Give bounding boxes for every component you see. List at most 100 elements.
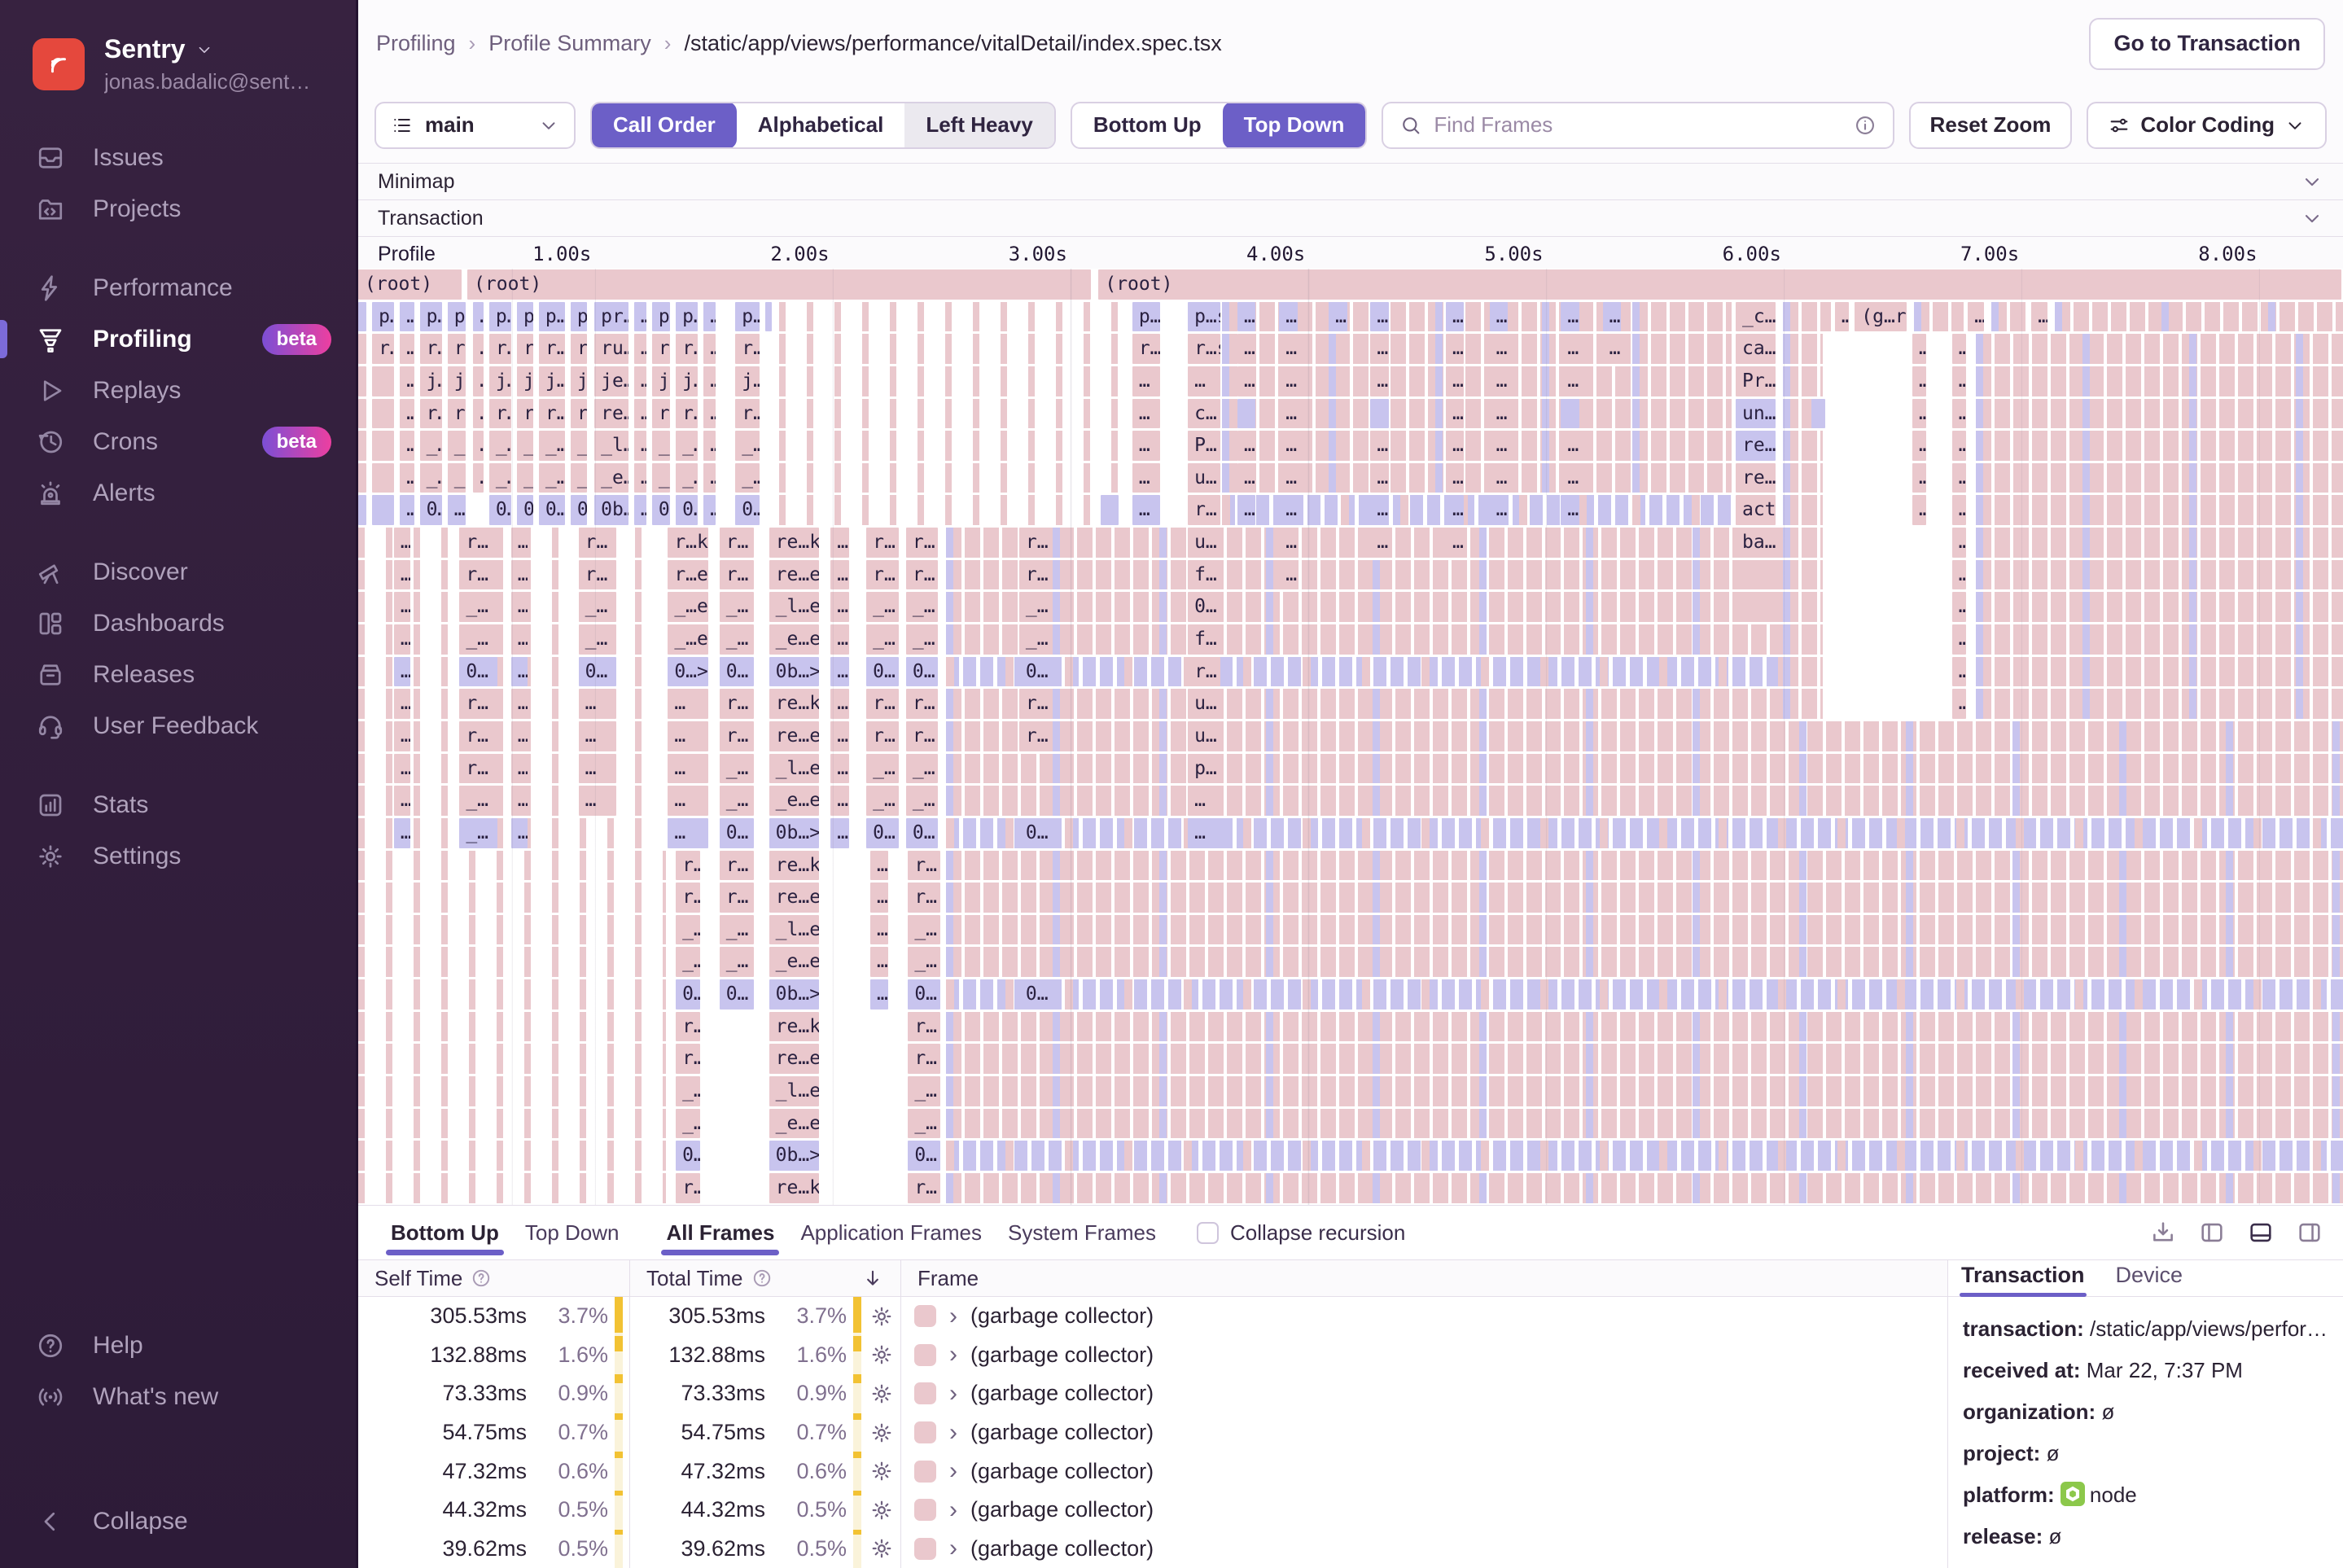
flame-frame-cell[interactable]: re…e [769,720,820,751]
flame-frame-cell[interactable]: _… [866,786,899,816]
flame-frame-cell[interactable]: … [473,431,484,461]
sidebar-item-stats[interactable]: Stats [0,779,356,830]
flame-frame-cell[interactable]: 0… [908,979,940,1010]
flame-frame-cell[interactable]: … [1188,817,1220,848]
flame-frame-cell[interactable]: … [510,624,528,655]
flame-frame-cell[interactable]: p… [419,301,442,332]
flame-frame-cell[interactable]: 0b…> [769,1141,820,1171]
flame-frame-cell[interactable]: … [393,656,410,687]
flame-frame-cell[interactable]: r… [459,689,498,719]
flame-frame-cell[interactable]: … [1561,495,1579,526]
flame-frame-cell[interactable]: … [578,720,617,751]
flame-frame-cell[interactable]: 0… [908,1141,940,1171]
collapse-recursion-checkbox[interactable] [1197,1221,1220,1244]
frame-header[interactable]: Frame [901,1259,1947,1297]
flame-frame-cell[interactable]: r… [570,398,587,429]
flame-frame-cell[interactable]: f… [1188,624,1220,655]
flame-frame-cell[interactable]: … [400,301,414,332]
flame-frame-cell[interactable]: _… [676,1076,700,1106]
flame-frame-cell[interactable]: r…e [668,559,708,590]
flame-frame-cell[interactable]: r… [908,850,940,881]
chevron-right-icon[interactable]: › [949,1342,957,1367]
flame-frame-cell[interactable]: f… [1188,559,1220,590]
flame-frame-cell[interactable]: u… [1188,720,1220,751]
sidebar-item-profiling[interactable]: Profiling beta [0,313,356,365]
flame-frame-cell[interactable]: p…s [1188,301,1220,332]
flame-frame-cell[interactable]: r… [866,720,899,751]
flame-frame-cell[interactable]: r… [419,334,442,364]
flame-frame-cell[interactable]: r… [459,528,498,558]
flame-frame-cell[interactable]: u… [1188,462,1220,493]
flame-frame-cell[interactable]: _…e [668,624,708,655]
flame-frame-cell[interactable]: r… [905,559,939,590]
flame-frame-cell[interactable] [1237,398,1256,429]
flame-frame-cell[interactable]: … [1446,431,1465,461]
flame-frame-cell[interactable]: … [510,753,528,784]
flame-frame-cell[interactable]: … [1370,528,1389,558]
flame-frame-cell[interactable]: _…e [538,431,565,461]
flame-frame-cell[interactable]: … [400,431,414,461]
flame-frame-cell[interactable]: … [1446,528,1465,558]
sidebar-item-dashboards[interactable]: Dashboards [0,598,356,649]
flame-frame-cell[interactable]: _… [908,1076,940,1106]
flame-frame-cell[interactable]: … [870,979,889,1010]
flame-frame-cell[interactable]: … [1951,431,1967,461]
flame-frame-cell[interactable]: 0… [719,979,754,1010]
flame-frame-cell[interactable]: _… [908,1108,940,1139]
flame-frame-cell[interactable]: pr…s [594,301,628,332]
view-option-top-down[interactable]: Top Down [1222,103,1366,147]
flame-frame-cell[interactable]: r… [719,883,754,913]
tab-all-frames[interactable]: All Frames [653,1206,787,1260]
flame-frame-cell[interactable]: … [830,528,849,558]
flame-frame-cell[interactable]: ca…n [1735,334,1776,364]
flame-frame-cell[interactable]: r… [676,1172,700,1203]
flame-frame-cell[interactable]: 0… [1018,817,1052,848]
flame-frame-cell[interactable]: … [633,398,646,429]
flame-frame-cell[interactable]: … [703,462,716,493]
flame-frame-cell[interactable]: p…s [372,301,395,332]
reset-zoom-button[interactable]: Reset Zoom [1908,101,2073,149]
flame-frame-cell[interactable]: r… [676,1011,700,1042]
sort-option-left-heavy[interactable]: Left Heavy [904,103,1054,147]
flame-frame-cell[interactable]: r… [1018,720,1052,751]
flame-frame-cell[interactable]: … [1370,431,1389,461]
flame-frame-cell[interactable]: r… [459,720,498,751]
flame-frame-cell[interactable]: … [1912,495,1927,526]
flame-frame-cell[interactable]: … [510,592,528,623]
flame-frame-cell[interactable] [358,398,367,429]
flame-frame-cell[interactable]: … [830,656,849,687]
flame-frame-cell[interactable] [372,398,395,429]
flame-frame-cell[interactable]: r… [908,1044,940,1075]
flame-frame-cell[interactable]: … [393,817,410,848]
flame-frame-cell[interactable]: … [393,592,410,623]
frame-row[interactable]: › (garbage collector) [901,1336,1947,1375]
flame-frame-cell[interactable]: … [510,817,528,848]
flame-frame-cell[interactable]: r…k [668,528,708,558]
flame-frame-cell[interactable]: … [668,786,708,816]
flame-frame-cell[interactable]: … [1446,398,1465,429]
flame-frame-cell[interactable]: r… [735,398,760,429]
flame-frame-cell[interactable]: … [830,817,849,848]
flame-frame-cell[interactable]: r…s [1188,334,1220,364]
flame-frame-cell[interactable]: _e…e [769,786,820,816]
flame-frame-cell[interactable]: 0… [1018,656,1052,687]
flame-frame-cell[interactable]: r… [1018,689,1052,719]
flame-frame-cell[interactable]: … [1489,301,1509,332]
flame-frame-cell[interactable]: 0… [459,656,498,687]
flame-frame-cell[interactable]: r… [676,398,699,429]
transaction-accordion[interactable]: Transaction [358,199,2343,236]
flame-frame-cell[interactable]: _l…e [769,914,820,945]
flame-frame-cell[interactable]: _… [719,786,754,816]
flame-frame-cell[interactable]: _l…e [769,753,820,784]
flame-frame-cell[interactable]: … [830,592,849,623]
flame-frame-cell[interactable]: … [1489,431,1509,461]
flame-frame-cell[interactable]: … [668,817,708,848]
flame-frame-cell[interactable]: … [393,720,410,751]
chevron-right-icon[interactable]: › [949,1459,957,1483]
thread-select[interactable]: main [374,101,576,149]
flame-frame-cell[interactable]: … [1951,624,1967,655]
frame-row[interactable]: › (garbage collector) [901,1452,1947,1491]
flame-frame-cell[interactable]: … [1489,462,1509,493]
flame-frame-cell[interactable]: … [393,559,410,590]
flame-frame-cell[interactable]: _… [905,753,939,784]
